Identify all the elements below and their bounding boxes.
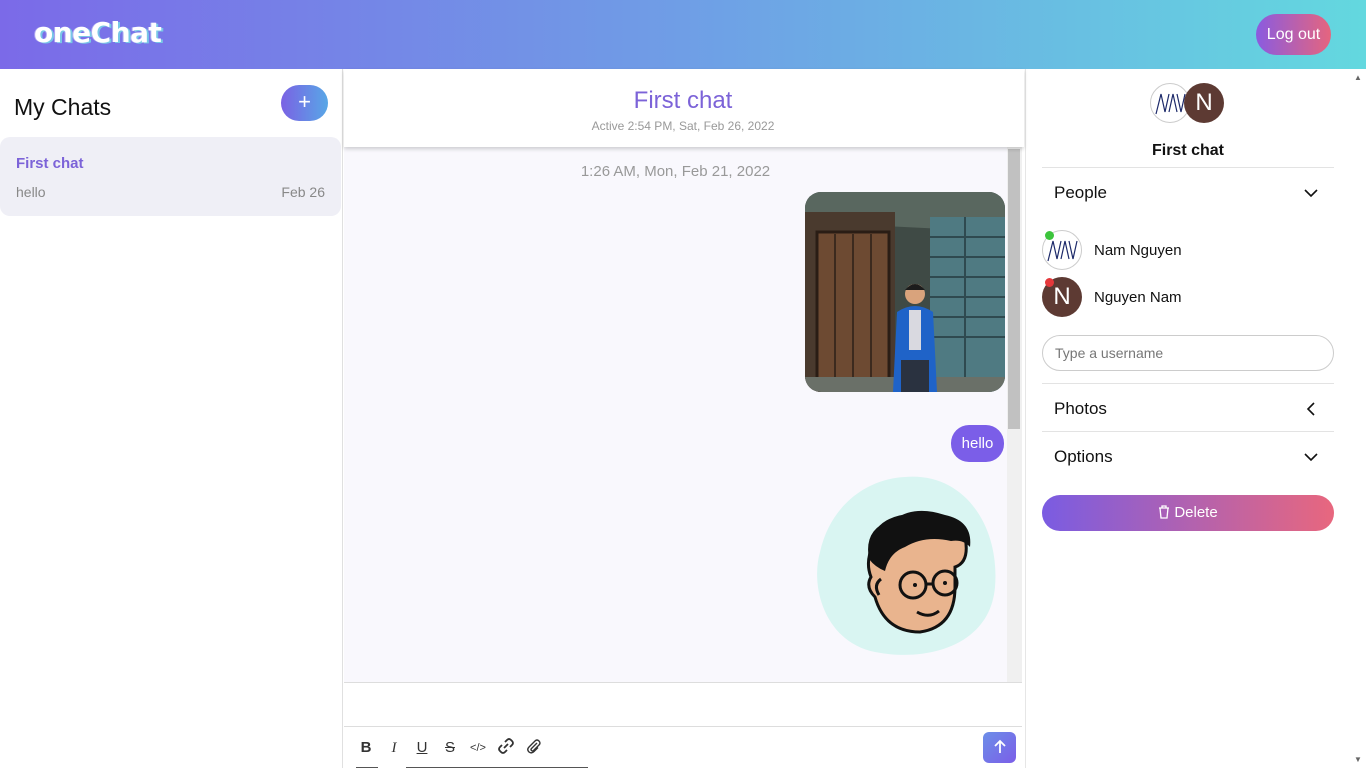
new-chat-button[interactable]: + xyxy=(281,85,328,121)
photos-section-header[interactable]: Photos xyxy=(1054,399,1107,419)
paperclip-glyph xyxy=(527,739,541,754)
chat-list-item[interactable]: First chat hello Feb 26 xyxy=(0,137,341,216)
link-icon[interactable] xyxy=(496,738,516,758)
person-item[interactable]: N Nguyen Nam xyxy=(1042,277,1322,319)
delete-label: Delete xyxy=(1174,504,1218,521)
send-button[interactable] xyxy=(983,732,1016,763)
trash-icon xyxy=(1159,505,1170,519)
chat-list-item-preview: hello xyxy=(16,184,46,200)
chat-feed-panel: First chat Active 2:54 PM, Sat, Feb 26, … xyxy=(344,69,1024,768)
bold-icon[interactable]: B xyxy=(356,738,376,758)
feed-scrollbar-thumb[interactable] xyxy=(1008,149,1020,429)
chevron-glyph xyxy=(1306,402,1315,416)
message-input[interactable] xyxy=(344,683,1022,727)
chat-list-item-title: First chat xyxy=(16,155,84,172)
message-bubble[interactable]: hello xyxy=(951,425,1004,462)
avatar: N xyxy=(1184,83,1224,123)
people-section-header[interactable]: People xyxy=(1054,183,1107,203)
person-name: Nam Nguyen xyxy=(1094,242,1182,259)
person-name: Nguyen Nam xyxy=(1094,289,1182,306)
message-photo[interactable] xyxy=(805,192,1005,392)
options-section-header[interactable]: Options xyxy=(1054,447,1113,467)
app-logo: oneChat xyxy=(34,16,162,49)
scroll-down-icon[interactable]: ▼ xyxy=(1354,755,1362,764)
italic-icon[interactable]: I xyxy=(384,738,404,758)
message-composer: B I U S </> xyxy=(344,682,1022,768)
logout-button[interactable]: Log out xyxy=(1256,14,1331,55)
offline-status-indicator xyxy=(1045,278,1054,287)
chevron-down-icon[interactable] xyxy=(1303,449,1323,469)
online-status-indicator xyxy=(1045,231,1054,240)
message-timestamp: 1:26 AM, Mon, Feb 21, 2022 xyxy=(580,163,771,180)
message-feed[interactable]: 1:26 AM, Mon, Feb 21, 2022 hello xyxy=(344,147,1007,682)
top-navbar: oneChat Log out xyxy=(0,0,1366,69)
scroll-up-icon[interactable]: ▲ xyxy=(1354,73,1362,82)
chat-active-status: Active 2:54 PM, Sat, Feb 26, 2022 xyxy=(591,119,775,133)
chat-header: First chat Active 2:54 PM, Sat, Feb 26, … xyxy=(344,69,1024,147)
divider xyxy=(1042,383,1334,384)
link-glyph xyxy=(498,738,514,754)
photo-image xyxy=(805,192,1005,392)
chat-list-panel: My Chats + First chat hello Feb 26 xyxy=(0,69,343,768)
chat-title: First chat xyxy=(633,87,733,114)
my-chats-title: My Chats xyxy=(14,94,112,120)
chat-settings-panel: N First chat People Nam Nguyen N Nguyen … xyxy=(1025,69,1366,768)
divider xyxy=(1042,167,1334,168)
strikethrough-icon[interactable]: S xyxy=(440,738,460,758)
message-sticker[interactable] xyxy=(805,467,1005,667)
attach-icon[interactable] xyxy=(524,738,544,758)
chat-list-item-date: Feb 26 xyxy=(281,184,325,200)
settings-chat-title: First chat xyxy=(1151,142,1224,159)
underline-icon[interactable]: U xyxy=(412,738,432,758)
chevron-glyph xyxy=(1304,189,1318,198)
arrow-up-icon xyxy=(993,739,1006,753)
avatar-sticker-image xyxy=(817,476,996,655)
username-input[interactable] xyxy=(1042,335,1334,371)
chevron-glyph xyxy=(1304,453,1318,462)
delete-chat-button[interactable]: Delete xyxy=(1042,495,1334,531)
page-scrollbar[interactable]: ▲ ▼ xyxy=(1350,69,1366,768)
code-icon[interactable]: </> xyxy=(468,738,488,758)
chevron-down-icon[interactable] xyxy=(1303,185,1323,205)
person-item[interactable]: Nam Nguyen xyxy=(1042,230,1322,272)
divider xyxy=(1042,431,1334,432)
chevron-left-icon[interactable] xyxy=(1303,401,1323,421)
